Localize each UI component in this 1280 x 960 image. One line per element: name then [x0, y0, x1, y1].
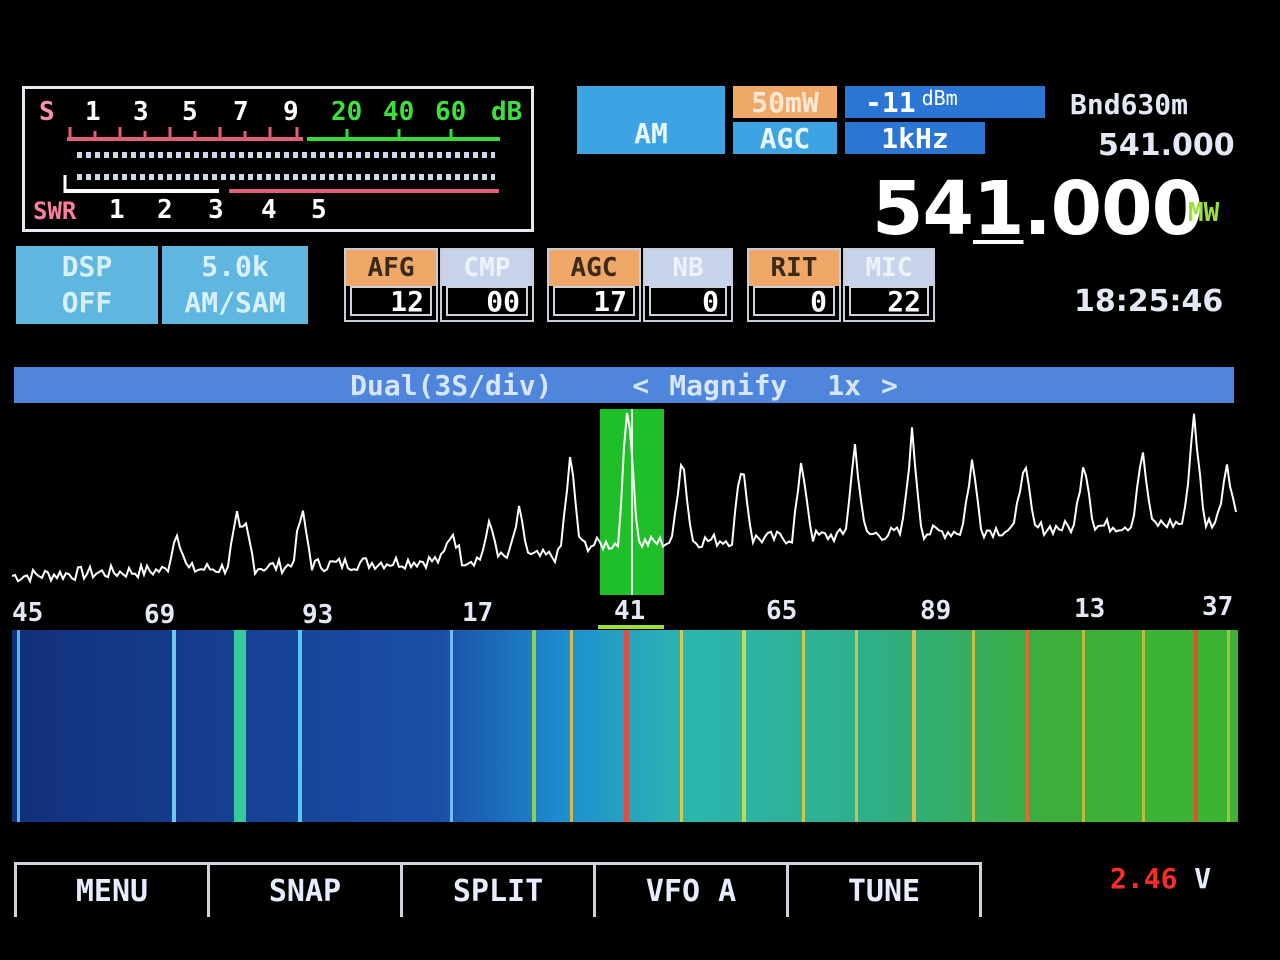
spectrum-mode-bar[interactable]: Dual(3S/div) < Magnify 1x >	[14, 367, 1234, 403]
waterfall-signal-line	[1082, 630, 1085, 822]
waterfall-signal-line	[450, 630, 453, 822]
param-label: CMP	[442, 250, 532, 286]
soft-button-row: MENU SNAP SPLIT VFO A TUNE	[14, 862, 982, 917]
waterfall-signal-line	[1026, 630, 1029, 822]
param-rit[interactable]: RIT 0	[747, 248, 841, 322]
param-mic[interactable]: MIC 22	[843, 248, 935, 322]
vfo-button[interactable]: VFO A	[596, 865, 789, 917]
main-frequency-prefix: 54	[872, 166, 974, 252]
menu-button[interactable]: MENU	[14, 865, 210, 917]
param-value: 17	[553, 285, 635, 318]
signal-level-value: -11	[865, 85, 916, 119]
param-value: 0	[649, 285, 727, 318]
freq-tick: 41	[614, 596, 646, 626]
waterfall-signal-line	[1142, 630, 1145, 822]
waterfall-signal-line	[234, 630, 246, 822]
swr-scale-label: 1	[109, 195, 125, 225]
waterfall-marker	[598, 625, 664, 629]
waterfall-signal-line	[17, 630, 20, 822]
swr-scale-label: 5	[311, 195, 327, 225]
waterfall-signal-line	[624, 630, 629, 822]
voltage-value: 2.46	[1110, 862, 1178, 895]
param-label: MIC	[845, 250, 933, 286]
s-meter-panel: S 1 3 5 7 9 20 40 60 dB SWR 1 2 3 4 5	[22, 86, 534, 232]
waterfall-signal-line	[532, 630, 536, 822]
freq-tick: 65	[766, 596, 798, 626]
dsp-line1: DSP	[61, 250, 113, 283]
swr-scale-label: 2	[157, 195, 173, 225]
sub-frequency: 541.000	[1098, 128, 1235, 163]
spectrum-mode-label[interactable]: Dual(3S/div)	[350, 369, 552, 402]
swr-scale-label: 4	[261, 195, 277, 225]
swr-label: SWR	[33, 197, 77, 225]
swr-scale-label: 3	[208, 195, 224, 225]
param-label: NB	[645, 250, 731, 286]
clock: 18:25:46	[1074, 284, 1224, 319]
filter-mode: AM/SAM	[184, 286, 286, 319]
tune-button[interactable]: TUNE	[789, 865, 982, 917]
freq-tick: 89	[920, 596, 952, 626]
split-button[interactable]: SPLIT	[403, 865, 596, 917]
waterfall-display[interactable]	[12, 630, 1238, 822]
main-frequency-suffix: .000	[1023, 166, 1203, 252]
magnify-left-arrow[interactable]: <	[632, 369, 649, 402]
band-tag: MW	[1188, 198, 1220, 228]
tuning-step-button[interactable]: 1kHz	[845, 122, 985, 155]
param-afg[interactable]: AFG 12	[344, 248, 438, 322]
filter-bandwidth: 5.0k	[201, 250, 269, 283]
waterfall-signal-line	[570, 630, 573, 822]
signal-level-readout: -11 dBm	[845, 85, 1045, 119]
spectrum-display[interactable]	[12, 405, 1238, 595]
param-value: 0	[753, 285, 835, 318]
param-label: AFG	[346, 250, 436, 286]
snap-button[interactable]: SNAP	[210, 865, 403, 917]
magnify-label: Magnify	[669, 368, 788, 402]
freq-tick: 69	[144, 600, 176, 630]
param-agc[interactable]: AGC 17	[547, 248, 641, 322]
waterfall-signal-line	[742, 630, 746, 822]
waterfall-signal-line	[680, 630, 683, 822]
main-frequency-display[interactable]: 541.000	[872, 166, 1203, 252]
agc-mode-button[interactable]: AGC	[733, 122, 837, 155]
waterfall-signal-line	[1194, 630, 1198, 822]
band-name: Bnd630m	[1070, 88, 1189, 121]
param-label: RIT	[749, 250, 839, 286]
main-frequency-active-digit: 1	[972, 166, 1024, 252]
dsp-button[interactable]: DSP OFF	[16, 246, 158, 324]
voltage-unit: V	[1194, 862, 1212, 895]
freq-tick: 17	[462, 598, 494, 628]
waterfall-signal-line	[1227, 630, 1230, 822]
param-label: AGC	[549, 250, 639, 286]
param-value: 12	[350, 285, 432, 318]
zoom-level: 1x	[827, 368, 862, 402]
param-value: 00	[446, 285, 528, 318]
waterfall-signal-line	[802, 630, 805, 822]
waterfall-signal-line	[912, 630, 916, 822]
param-cmp[interactable]: CMP 00	[440, 248, 534, 322]
waterfall-signal-line	[172, 630, 176, 822]
magnify-right-arrow[interactable]: >	[881, 369, 898, 402]
supply-voltage: 2.46 V	[1110, 862, 1211, 895]
filter-button[interactable]: 5.0k AM/SAM	[162, 246, 308, 324]
meter-scale-graphic	[63, 127, 500, 193]
waterfall-signal-line	[855, 630, 858, 822]
freq-tick: 93	[302, 600, 334, 630]
param-nb[interactable]: NB 0	[643, 248, 733, 322]
waterfall-signal-line	[298, 630, 302, 822]
freq-tick: 45	[12, 598, 44, 628]
mode-button[interactable]: AM	[577, 86, 725, 154]
dsp-line2: OFF	[61, 286, 113, 319]
signal-level-unit: dBm	[921, 86, 958, 110]
freq-tick: 13	[1074, 594, 1106, 624]
freq-tick: 37	[1202, 592, 1234, 622]
waterfall-signal-line	[972, 630, 975, 822]
power-indicator[interactable]: 50mW	[733, 86, 837, 119]
param-value: 22	[849, 285, 929, 318]
